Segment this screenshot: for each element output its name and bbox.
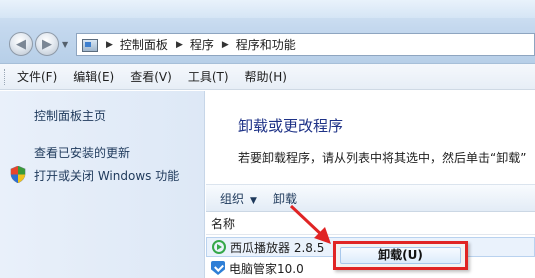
breadcrumb-separator-icon[interactable]: ▶ [176,40,183,50]
breadcrumb-programs[interactable]: 程序 [190,36,214,53]
windows-features-link[interactable]: 打开或关闭 Windows 功能 [34,167,179,184]
menu-bar: 文件(F) 编辑(E) 查看(V) 工具(T) 帮助(H) [0,64,535,90]
organize-label: 组织 [220,191,245,206]
context-menu-uninstall[interactable]: 卸载(U) [340,247,461,264]
pc-manager-icon [211,261,225,275]
context-menu: 卸载(U) [333,241,468,270]
xigua-player-icon [212,240,226,254]
breadcrumb-separator-icon[interactable]: ▶ [106,40,113,50]
menu-help[interactable]: 帮助(H) [245,68,287,85]
menu-grip [4,68,7,85]
back-arrow-icon: ◀ [16,36,26,52]
control-panel-home-link[interactable]: 控制面板主页 [34,107,106,124]
page-title: 卸载或更改程序 [238,117,344,135]
installed-updates-link[interactable]: 查看已安装的更新 [34,144,130,161]
menu-view[interactable]: 查看(V) [130,68,172,85]
program-name: 西瓜播放器 2.8.5 [230,240,325,255]
control-panel-icon [82,38,98,52]
chevron-down-icon: ▼ [250,195,257,206]
recent-pages-dropdown-icon[interactable]: ▼ [62,40,68,49]
column-header-label: 名称 [211,217,236,231]
breadcrumb-programs-features[interactable]: 程序和功能 [236,36,296,53]
breadcrumb-control-panel[interactable]: 控制面板 [120,36,168,53]
menu-tools[interactable]: 工具(T) [188,68,229,85]
task-pane: 控制面板主页 查看已安装的更新 打开或关闭 Windows 功能 [0,91,205,278]
page-description: 若要卸载程序，请从列表中将其选中，然后单击“卸载” [238,151,527,165]
uninstall-toolbar-button[interactable]: 卸载 [273,190,297,207]
menu-file[interactable]: 文件(F) [17,68,57,85]
windows-shield-icon [10,166,26,183]
forward-arrow-icon: ▶ [42,36,52,52]
forward-button[interactable]: ▶ [35,32,59,56]
command-bar: 组织 ▼ 卸载 [206,184,535,212]
window-titlebar: ◀ ▶ ▼ ▶ 控制面板 ▶ 程序 ▶ 程序和功能 [0,0,535,64]
back-button[interactable]: ◀ [9,32,33,56]
program-name: 电脑管家10.0 [229,261,304,276]
breadcrumb-separator-icon[interactable]: ▶ [222,40,229,50]
menu-edit[interactable]: 编辑(E) [73,68,114,85]
address-bar[interactable]: ▶ 控制面板 ▶ 程序 ▶ 程序和功能 [76,33,535,56]
column-header-name[interactable]: 名称 [206,213,535,235]
organize-button[interactable]: 组织 ▼ [220,190,257,207]
